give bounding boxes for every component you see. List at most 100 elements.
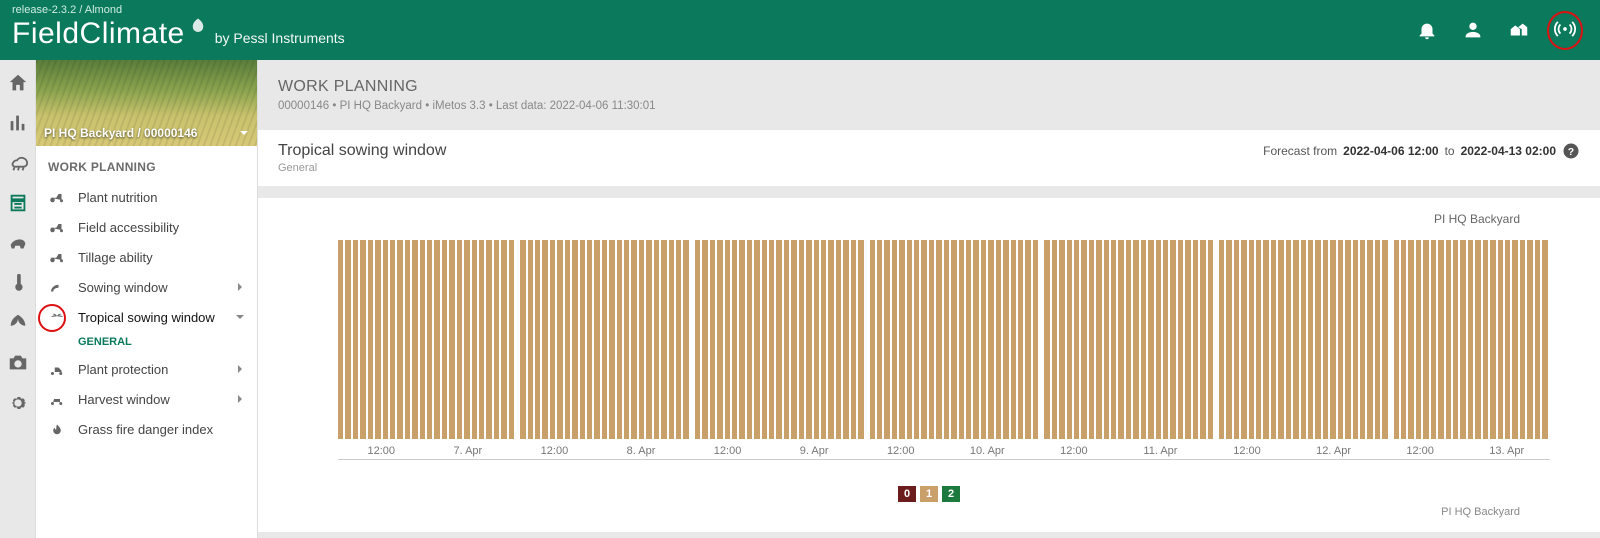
chart-bar: [951, 240, 956, 439]
page-header: WORK PLANNING 00000146 • PI HQ Backyard …: [258, 60, 1600, 122]
chart-bar: [486, 240, 491, 439]
chart-bar: [1081, 240, 1086, 439]
chart-bar: [1323, 240, 1328, 439]
chart-bar: [1468, 240, 1473, 439]
rail-workplanning-icon[interactable]: [7, 192, 29, 214]
chart-bar: [739, 240, 744, 439]
chart-bar: [1286, 240, 1291, 439]
nav-label: Plant nutrition: [78, 190, 158, 205]
side-nav-list: Plant nutrition Field accessibility Till…: [36, 182, 257, 444]
chart-bar: [791, 240, 796, 439]
nav-tropical-sowing[interactable]: Tropical sowing window: [36, 302, 257, 332]
user-icon[interactable]: [1462, 19, 1484, 41]
chart-bar: [449, 240, 454, 439]
palm-icon: [48, 309, 66, 325]
chart-bar: [1498, 240, 1503, 439]
rail-leaves-icon[interactable]: [7, 312, 29, 334]
chart-bar: [520, 240, 525, 439]
chart-bar: [390, 240, 395, 439]
chart-bar: [1308, 240, 1313, 439]
chart-bar: [1353, 240, 1358, 439]
x-tick: 12:00: [1060, 445, 1088, 457]
chart-bar: [412, 240, 417, 439]
chart-bar: [669, 240, 674, 439]
chart-bar: [353, 240, 358, 439]
chart-bar: [1249, 240, 1254, 439]
nav-sowing-window[interactable]: Sowing window: [36, 272, 257, 302]
nav-grass-fire[interactable]: Grass fire danger index: [36, 414, 257, 444]
houses-icon[interactable]: [1508, 19, 1530, 41]
chart-bar: [397, 240, 402, 439]
chart-bar: [1460, 240, 1465, 439]
chart-bar: [587, 240, 592, 439]
bell-icon[interactable]: [1416, 19, 1438, 41]
station-hero[interactable]: PI HQ Backyard / 00000146: [36, 60, 257, 146]
chart-bar: [472, 240, 477, 439]
chart-bar: [1520, 240, 1525, 439]
chart-bar: [1133, 240, 1138, 439]
broadcast-icon[interactable]: [1554, 18, 1576, 40]
legend-chip-2[interactable]: 2: [942, 486, 960, 502]
main-content: WORK PLANNING 00000146 • PI HQ Backyard …: [258, 60, 1600, 538]
chart-bar: [1200, 240, 1205, 439]
chart-bar: [988, 240, 993, 439]
legend-chip-0[interactable]: 0: [898, 486, 916, 502]
chart-bar: [580, 240, 585, 439]
rail-camera-icon[interactable]: [7, 352, 29, 374]
nav-harvest-window[interactable]: Harvest window: [36, 384, 257, 414]
chart-bar: [1475, 240, 1480, 439]
combine-icon: [48, 391, 66, 407]
chart-bar: [762, 240, 767, 439]
forecast-from: 2022-04-06 12:00: [1343, 144, 1438, 158]
chart-bar: [929, 240, 934, 439]
chart-bar: [1505, 240, 1510, 439]
nav-tillage-ability[interactable]: Tillage ability: [36, 242, 257, 272]
nav-plant-protection[interactable]: Plant protection: [36, 354, 257, 384]
chart-bar: [535, 240, 540, 439]
help-icon[interactable]: ?: [1562, 142, 1580, 160]
chart-bar: [1527, 240, 1532, 439]
card-title: Tropical sowing window: [278, 142, 446, 160]
chart-bar: [434, 240, 439, 439]
rail-rain-icon[interactable]: [7, 152, 29, 174]
x-tick: 12:00: [541, 445, 569, 457]
chart-bar: [814, 240, 819, 439]
chart-legend: 0 1 2: [278, 486, 1580, 502]
chart-bar: [609, 240, 614, 439]
chart-bar: [892, 240, 897, 439]
tractor-icon: [48, 189, 66, 205]
rail-gear-icon[interactable]: [7, 392, 29, 414]
chart-bar: [464, 240, 469, 439]
chart-bar: [1367, 240, 1372, 439]
chart-bar: [479, 240, 484, 439]
chart-bar: [747, 240, 752, 439]
chart-bar: [1141, 240, 1146, 439]
chart-bar: [776, 240, 781, 439]
chart-bar: [1256, 240, 1261, 439]
chart-bar: [836, 240, 841, 439]
chart-bar: [1360, 240, 1365, 439]
station-label: PI HQ Backyard / 00000146: [44, 126, 197, 140]
chart-bar: [1011, 240, 1016, 439]
chart-station-label-lower: PI HQ Backyard: [278, 506, 1580, 518]
x-tick: 12:00: [887, 445, 915, 457]
rail-animal-icon[interactable]: [7, 232, 29, 254]
tractor-icon: [48, 249, 66, 265]
chart-bar: [914, 240, 919, 439]
rail-thermometer-icon[interactable]: [7, 272, 29, 294]
nav-plant-nutrition[interactable]: Plant nutrition: [36, 182, 257, 212]
rail-chart-icon[interactable]: [7, 112, 29, 134]
chart-bar: [717, 240, 722, 439]
rail-home-icon[interactable]: [7, 72, 29, 94]
nav-tropical-sub-general[interactable]: GENERAL: [36, 332, 257, 354]
chart-bar: [1375, 240, 1380, 439]
chart-bar: [405, 240, 410, 439]
legend-chip-1[interactable]: 1: [920, 486, 938, 502]
nav-label: Field accessibility: [78, 220, 179, 235]
chart-bar: [1208, 240, 1213, 439]
nav-label: Sowing window: [78, 280, 168, 295]
chart-bar: [725, 240, 730, 439]
nav-field-accessibility[interactable]: Field accessibility: [36, 212, 257, 242]
chart-bar: [1163, 240, 1168, 439]
chart-bar: [858, 240, 863, 439]
